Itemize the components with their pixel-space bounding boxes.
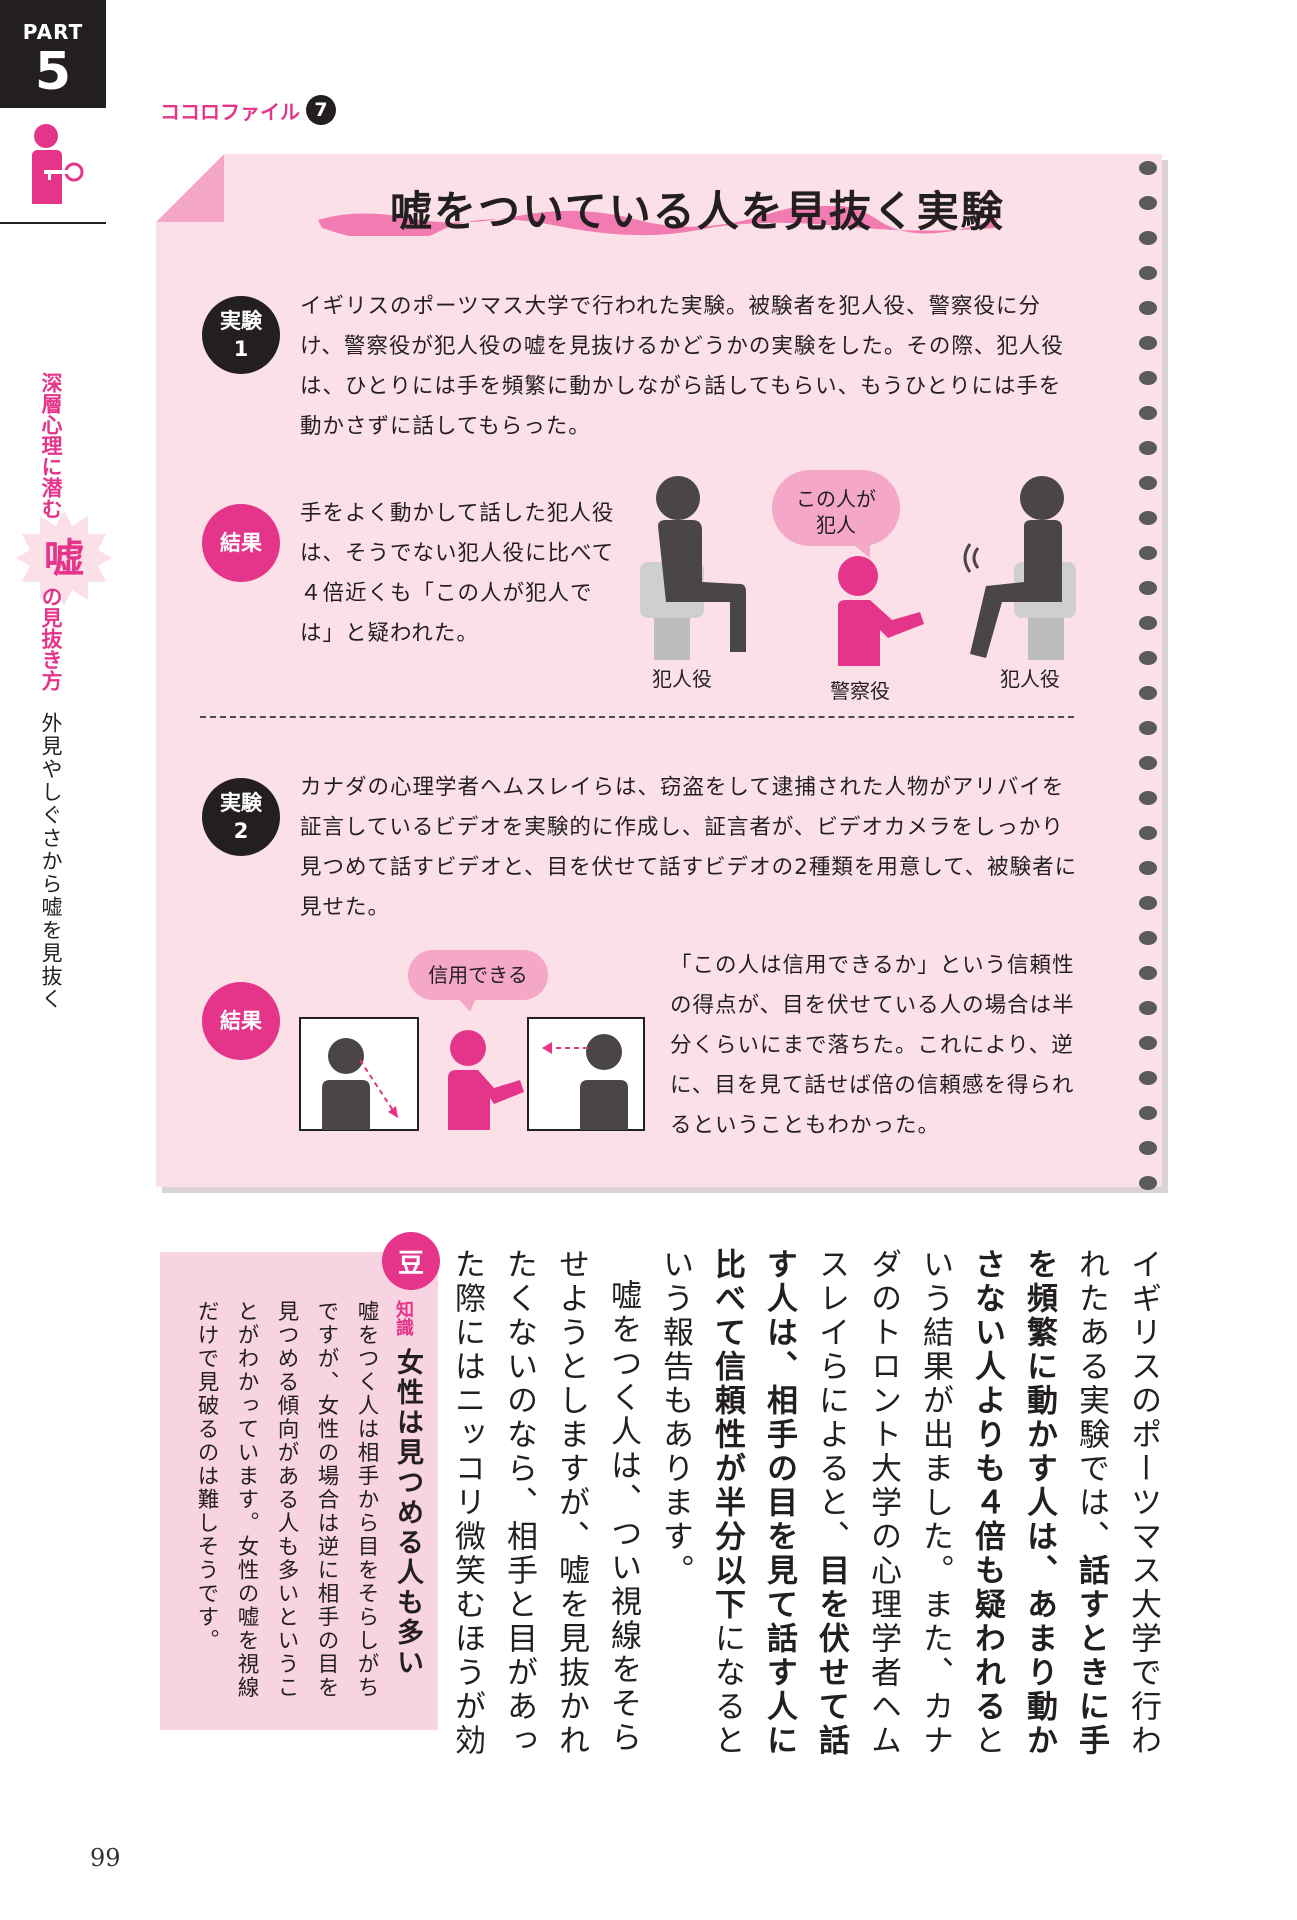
person-key-icon: [32, 124, 84, 204]
bubble-line1: この人が: [796, 487, 876, 511]
card-title: 嘘をついている人を見抜く実験: [390, 187, 1005, 236]
badge-number: 2: [233, 819, 249, 843]
sidebar-lie-glyph: 嘘: [44, 536, 84, 582]
eye-contact-illustration: 信用できる: [299, 950, 645, 1131]
part-number: 5: [34, 42, 72, 102]
bean-icon: 豆: [382, 1232, 440, 1290]
bubble-line2: 犯人: [816, 513, 856, 537]
card-corner-fold: [156, 154, 224, 222]
experiment-2-badge: 実験 2: [202, 778, 280, 856]
dashed-divider: [200, 716, 1074, 718]
result-1-text: 手をよく動かして話した犯人役は、そうでない犯人役に比べて４倍近くも「この人が犯人…: [300, 501, 615, 646]
file-number: 7: [306, 95, 336, 125]
badge-label: 実験: [220, 309, 262, 333]
sidebar-title: 深層心理に潜む: [39, 372, 63, 519]
file-label: ココロファイル 7: [160, 95, 336, 125]
part-label: PART: [22, 20, 84, 44]
experiment-1-text: イギリスのポーツマス大学で行われた実験。被験者を犯人役、警察役に分け、警察役が犯…: [300, 294, 1064, 439]
sidebar-subtitle: 外見やしぐさから嘘を見抜く: [39, 712, 63, 1011]
page-number: 99: [90, 1844, 121, 1872]
margin-rule: [0, 222, 106, 224]
label-suspect-left: 犯人役: [652, 667, 712, 691]
sidebar-title-end: の見抜き方: [39, 586, 63, 691]
bean-small-label: 知識: [393, 1300, 414, 1336]
file-label-text: ココロファイル: [160, 99, 300, 124]
body-paragraph-1: イギリスのポーツマス大学で行われたある実験では、話すときに手を頻繁に動かす人は、…: [649, 1248, 1169, 1788]
badge-label: 実験: [220, 791, 262, 815]
bubble-trust: 信用できる: [428, 963, 528, 987]
badge-number: 1: [233, 337, 249, 361]
bean-heading: 女性は見つめる人も多い: [392, 1348, 423, 1678]
spiral-binding-icon: [1139, 161, 1157, 1190]
part-tab: PART 5: [0, 0, 106, 108]
experiment-2-text: カナダの心理学者ヘムスレイらは、窃盗をして逮捕された人物がアリバイを証言している…: [300, 775, 1078, 920]
label-suspect-right: 犯人役: [1000, 667, 1060, 691]
experiment-1-badge: 実験 1: [202, 296, 280, 374]
result-1-badge: 結果: [202, 504, 280, 582]
result-2-badge: 結果: [202, 982, 280, 1060]
body-text: イギリスのポーツマス大学で行われたある実験では、話すときに手を頻繁に動かす人は、…: [369, 1248, 1169, 1788]
bean-text: 嘘をつく人は相手から目をそらしがちですが、女性の場合は逆に相手の目を見つめる傾向…: [194, 1300, 379, 1700]
interrogation-illustration: この人が 犯人 犯人役 警察役 犯人役: [640, 470, 1076, 702]
label-police: 警察役: [830, 679, 890, 702]
result-2-text: 「この人は信用できるか」という信頼性の得点が、目を伏せている人の場合は半分くらい…: [670, 953, 1075, 1138]
